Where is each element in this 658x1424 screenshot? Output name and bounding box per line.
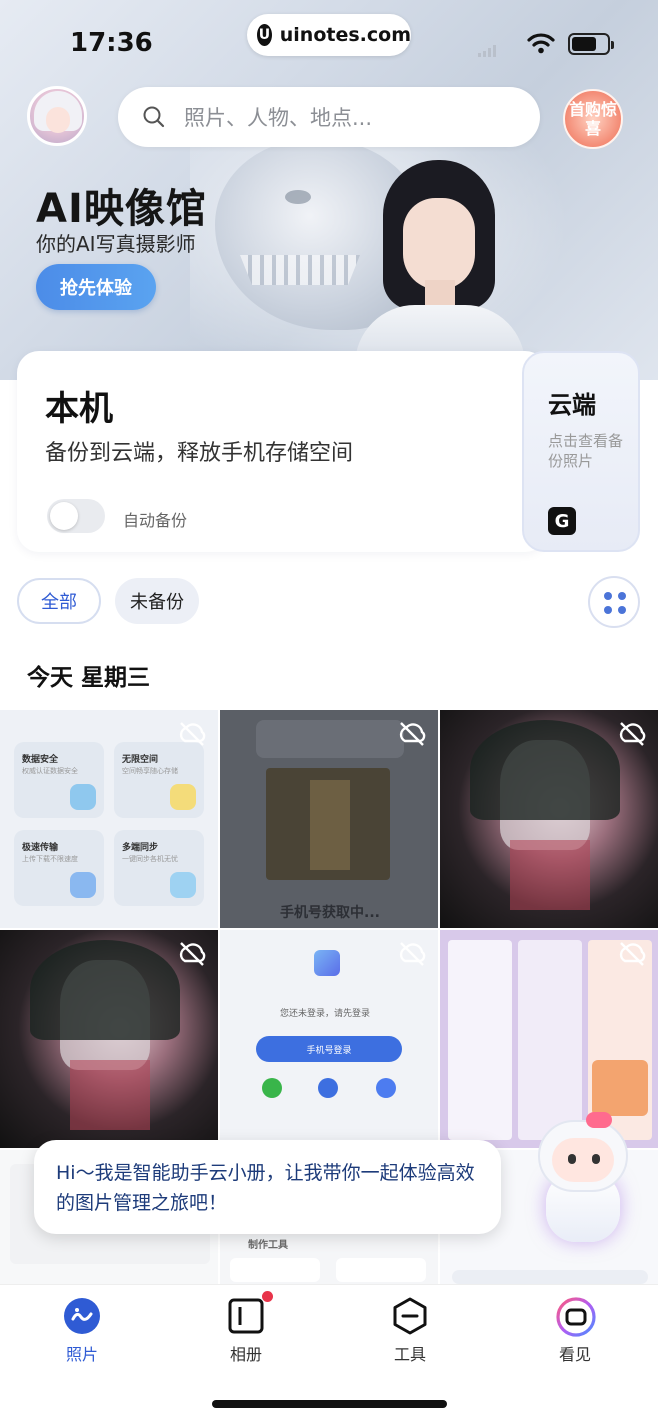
auto-backup-label: 自动备份 [123,511,188,530]
phone-fetch-caption: 手机号获取中... [280,905,380,921]
wifi-icon [527,32,555,58]
photos-icon [63,1297,101,1335]
cellular-signal-icon [478,38,502,57]
not-synced-icon [619,942,646,966]
grid-dot-icon [618,606,626,614]
home-indicator [212,1400,447,1408]
photo-thumbnail[interactable]: 手机号获取中... [220,710,438,928]
notification-dot [262,1291,273,1302]
tab-discover[interactable]: 看见 [525,1297,625,1365]
photo-thumbnail[interactable]: 您还未登录，请先登录 手机号登录 [220,930,438,1148]
grid-dot-icon [604,606,612,614]
avatar[interactable] [27,86,87,146]
tab-label: 看见 [558,1345,591,1364]
grid-dot-icon [604,592,612,600]
filter-all[interactable]: 全部 [17,578,101,624]
photo-thumbnail[interactable]: 数据安全 权威认证数据安全 无限空间 空间畅享随心存储 极速传输 上传下载不限速度 多… [0,710,218,928]
banner-title: AI映像馆 [36,186,207,232]
album-icon [227,1291,273,1335]
not-synced-icon [179,942,206,966]
cloud-title: 云端 [548,391,596,419]
url-text: uinotes.com [279,24,411,46]
search-icon [143,106,165,128]
cloud-storage-card[interactable]: 云端 点击查看备份照片 G [522,351,640,552]
status-time: 17:36 [70,28,153,58]
login-prompt: 您还未登录，请先登录 [280,1009,371,1019]
local-description: 备份到云端，释放手机存储空间 [45,441,354,466]
not-synced-icon [399,942,426,966]
phone-login-button: 手机号登录 [256,1036,402,1062]
first-purchase-badge[interactable]: 首购惊喜 [563,89,623,149]
url-pill: U uinotes.com [247,14,411,56]
cloud-description: 点击查看备份照片 [548,432,624,470]
tab-photos[interactable]: 照片 [32,1297,132,1365]
not-synced-icon [619,722,646,746]
tab-tools[interactable]: 工具 [360,1297,460,1365]
dragon-teeth [240,255,360,285]
cloud-logo-icon: G [548,507,576,535]
dragon-eye [285,190,311,204]
photo-thumbnail[interactable] [440,710,658,928]
tab-label: 相册 [229,1345,262,1364]
filter-not-backed-up[interactable]: 未备份 [115,578,199,624]
local-title: 本机 [45,389,113,429]
try-now-button[interactable]: 抢先体验 [36,264,156,310]
search-placeholder: 照片、人物、地点... [184,106,373,130]
battery-icon [568,33,614,55]
not-synced-icon [399,722,426,746]
site-logo-icon: U [257,24,272,46]
auto-backup-toggle[interactable] [47,499,105,533]
search-bar[interactable]: 照片、人物、地点... [118,87,540,147]
local-storage-card[interactable]: 本机 备份到云端，释放手机存储空间 自动备份 [17,351,547,552]
tools-icon [391,1297,429,1335]
grid-dot-icon [618,592,626,600]
assistant-mascot[interactable] [528,1112,638,1252]
bow-icon [586,1112,612,1128]
tab-label: 照片 [65,1345,98,1364]
not-synced-icon [179,722,206,746]
tab-label: 工具 [393,1345,426,1364]
assistant-message[interactable]: Hi～我是智能助手云小册，让我带你一起体验高效的图片管理之旅吧！ [34,1140,501,1234]
banner-subtitle: 你的AI写真摄影师 [36,232,196,256]
photo-thumbnail[interactable] [0,930,218,1148]
date-heading: 今天 星期三 [27,665,151,691]
tab-album[interactable]: 相册 [196,1291,296,1365]
view-mode-button[interactable] [588,576,640,628]
portrait-illustration [355,160,525,365]
discover-icon [556,1297,596,1337]
